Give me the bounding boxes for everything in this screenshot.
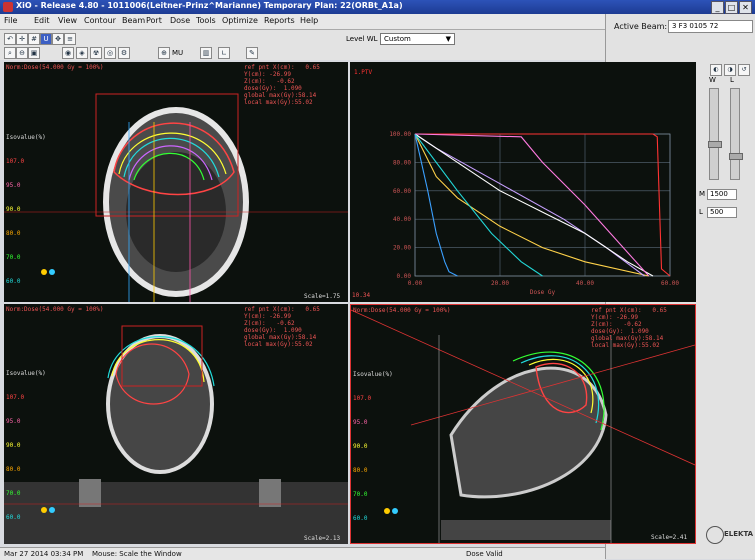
- menu-file[interactable]: File: [4, 16, 17, 25]
- level-slider-thumb[interactable]: [729, 153, 743, 160]
- dvh-legend-entry: 1.PTV: [354, 69, 372, 76]
- dvh-footer: 10.34: [352, 292, 371, 299]
- undo-icon[interactable]: ↶: [4, 33, 16, 45]
- window-title-bar: XiO - Release 4.80 - 1011006(Leitner-Pri…: [0, 0, 755, 14]
- axial-view-panel[interactable]: Norm:Dose(54.000 Gy = 100%) ref pnt X(cm…: [4, 62, 348, 302]
- dvh-series-line: [414, 133, 543, 277]
- dvh-series-line: [415, 133, 671, 277]
- coronal-scale: Scale=2.13: [304, 535, 341, 542]
- dvh-plot-frame: [414, 133, 671, 277]
- dvh-x-tick-label: 60.00: [661, 280, 679, 287]
- maximize-button[interactable]: □: [725, 1, 738, 14]
- level-slider[interactable]: [729, 88, 743, 180]
- m-label: M: [699, 190, 706, 198]
- dvh-y-tick-label: 60.00: [393, 188, 411, 195]
- dvh-series-line: [414, 133, 458, 277]
- zoom-icon[interactable]: ⌕: [4, 47, 16, 59]
- window-label: W: [709, 76, 716, 84]
- layers-icon[interactable]: ≡: [64, 33, 76, 45]
- menu-beam[interactable]: Beam: [122, 16, 145, 25]
- dvh-x-axis-label: Dose Gy: [530, 289, 556, 296]
- select-icon[interactable]: ✛: [16, 33, 28, 45]
- axial-isovalue-list: Isovalue(%) 107.0 95.0 90.0 80.0 70.0 60…: [6, 134, 46, 285]
- close-button[interactable]: ✕: [739, 1, 752, 14]
- status-bar: Mar 27 2014 03:34 PM Mouse: Scale the Wi…: [0, 547, 605, 560]
- level-label: Level WL: [346, 35, 378, 43]
- window-slider-thumb[interactable]: [708, 141, 722, 148]
- mu-label[interactable]: MU: [172, 49, 183, 57]
- status-dose: Dose Valid: [466, 550, 503, 558]
- sagittal-norm-header: Norm:Dose(54.000 Gy = 100%): [353, 307, 451, 314]
- coronal-refpt-info: ref pnt X(cm): 0.65 Y(cm): -26.99 Z(cm): -…: [244, 306, 320, 348]
- dvh-series-line: [414, 133, 654, 277]
- eye-icon[interactable]: ◐: [710, 64, 722, 76]
- menu-contour[interactable]: Contour: [84, 16, 116, 25]
- dvh-panel[interactable]: 0.00 20.00 40.00 60.00 80.00 100.00 0.00 20.00 4…: [350, 62, 696, 302]
- l-label: L: [699, 208, 703, 216]
- axial-scale: Scale=1.75: [304, 293, 341, 300]
- minimize-button[interactable]: _: [711, 1, 724, 14]
- window-width-input[interactable]: 1500: [707, 189, 737, 200]
- chart-icon[interactable]: ▥: [200, 47, 212, 59]
- menu-help[interactable]: Help: [300, 16, 318, 25]
- axial-refpt-info: ref pnt X(cm): 0.65 Y(cm): -26.99 Z(cm): -…: [244, 64, 320, 106]
- menu-view[interactable]: View: [58, 16, 77, 25]
- view-icon[interactable]: ◑: [724, 64, 736, 76]
- dvh-y-tick-label: 20.00: [393, 245, 411, 252]
- menu-port[interactable]: Port: [146, 16, 162, 25]
- globe-icon[interactable]: ◉: [62, 47, 74, 59]
- level-short-label: L: [730, 76, 734, 84]
- dvh-x-tick-label: 20.00: [491, 280, 509, 287]
- coronal-norm-header: Norm:Dose(54.000 Gy = 100%): [6, 306, 104, 313]
- menu-tools[interactable]: Tools: [196, 16, 216, 25]
- active-beam-label: Active Beam:: [614, 22, 668, 31]
- dvh-y-tick-label: 40.00: [393, 216, 411, 223]
- dvh-y-tick-label: 80.00: [393, 159, 411, 166]
- app-icon: [3, 2, 13, 12]
- dvh-y-tick-label: 0.00: [397, 273, 412, 280]
- dvh-series-line: [414, 133, 645, 277]
- chevron-down-icon: ▼: [445, 35, 451, 43]
- dvh-x-tick-label: 40.00: [576, 280, 594, 287]
- dvh-x-tick-label: 0.00: [408, 280, 423, 287]
- settings-icon[interactable]: ⚙: [118, 47, 130, 59]
- zoom-out-icon[interactable]: ⊖: [16, 47, 28, 59]
- axial-norm-header: Norm:Dose(54.000 Gy = 100%): [6, 64, 104, 71]
- menu-optimize[interactable]: Optimize: [222, 16, 258, 25]
- contour-icon[interactable]: ◎: [104, 47, 116, 59]
- save-icon[interactable]: ▣: [28, 47, 40, 59]
- dose-icon[interactable]: ☢: [90, 47, 102, 59]
- level-select[interactable]: Custom ▼: [380, 33, 455, 45]
- toolbar: ↶ ✛ # U ✥ ≡ Level WL Custom ▼ ⌕ ⊖ ▣ ◉ ◈ ☢…: [0, 30, 605, 60]
- elekta-logo-icon: [706, 526, 724, 544]
- lock-icon[interactable]: U: [40, 33, 52, 45]
- status-datetime: Mar 27 2014 03:34 PM: [4, 550, 84, 558]
- sagittal-view-panel[interactable]: Norm:Dose(54.000 Gy = 100%) ref pnt X(cm…: [350, 304, 696, 544]
- menu-dose[interactable]: Dose: [170, 16, 190, 25]
- status-mouse: Mouse: Scale the Window: [92, 550, 182, 558]
- beam-icon[interactable]: ◈: [76, 47, 88, 59]
- dvh-chart: 0.00 20.00 40.00 60.00 80.00 100.00 0.00 20.00 4…: [354, 69, 679, 296]
- active-beam-select[interactable]: 3 F3 0105 72: [668, 20, 753, 33]
- window-level-input[interactable]: 500: [707, 207, 737, 218]
- grid-icon[interactable]: #: [28, 33, 40, 45]
- brand-label: ELEKTA: [724, 530, 754, 538]
- window-title: XiO - Release 4.80 - 1011006(Leitner-Pri…: [16, 1, 403, 10]
- reset-icon[interactable]: ↺: [738, 64, 750, 76]
- dvh-icon[interactable]: ∟: [218, 47, 230, 59]
- coronal-view-panel[interactable]: Norm:Dose(54.000 Gy = 100%) ref pnt X(cm…: [4, 304, 348, 544]
- window-slider[interactable]: [708, 88, 722, 180]
- menu-edit[interactable]: Edit: [34, 16, 50, 25]
- isocenter-icon[interactable]: ⊕: [158, 47, 170, 59]
- menu-bar: File Edit View Contour Beam Port Dose To…: [0, 14, 605, 30]
- sagittal-isovalue-list: Isovalue(%) 107.0 95.0 90.0 80.0 70.0 60…: [353, 371, 393, 522]
- menu-reports[interactable]: Reports: [264, 16, 295, 25]
- sagittal-scale: Scale=2.41: [651, 534, 688, 541]
- coronal-isovalue-list: Isovalue(%) 107.0 95.0 90.0 80.0 70.0 60…: [6, 370, 46, 521]
- edit-icon[interactable]: ✎: [246, 47, 258, 59]
- dvh-y-tick-label: 100.00: [389, 131, 411, 138]
- pan-icon[interactable]: ✥: [52, 33, 64, 45]
- sagittal-refpt-info: ref pnt X(cm): 0.65 Y(cm): -26.99 Z(cm): -…: [591, 307, 667, 349]
